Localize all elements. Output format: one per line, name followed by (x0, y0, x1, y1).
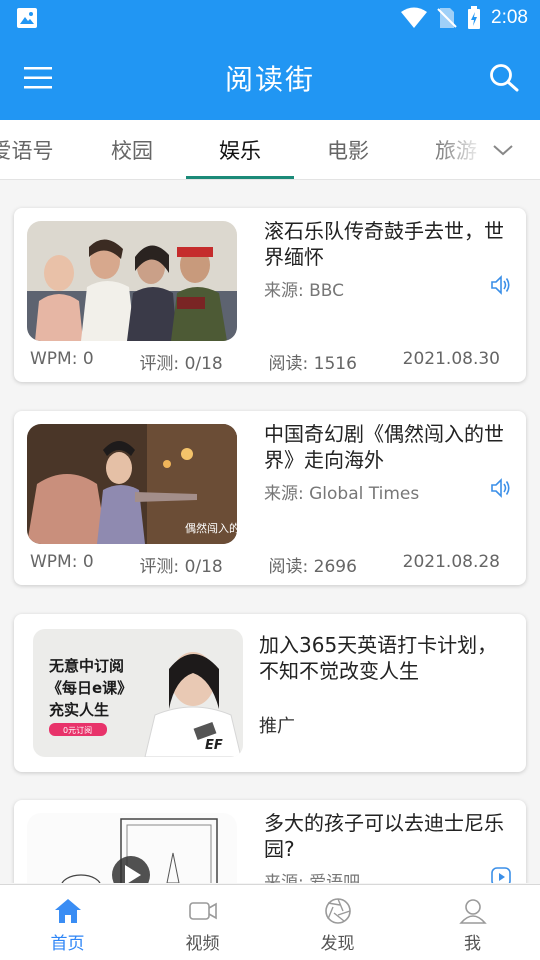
article-card[interactable]: 多大的孩子可以去迪士尼乐园? 来源: 爱语吧 (14, 800, 526, 883)
evaluation-stat: 评测: 0/18 (139, 557, 223, 577)
video-camera-icon (188, 902, 217, 920)
tab-campus[interactable]: 校园 (78, 120, 186, 179)
ad-image-button: 0元订阅 (63, 725, 92, 735)
status-time: 2:08 (491, 7, 528, 28)
ad-image-line-3: 充实人生 (49, 701, 109, 719)
wpm-stat: WPM: 0 (30, 552, 94, 572)
video-play-icon[interactable] (490, 866, 512, 883)
article-stats: WPM: 0 评测: 0/18 阅读: 2696 2021.08.28 (30, 552, 500, 577)
category-tabs: 爱语号 校园 娱乐 电影 旅游 (0, 120, 540, 180)
tab-entertainment[interactable]: 娱乐 (186, 120, 294, 179)
article-title[interactable]: 中国奇幻剧《偶然闯入的世界》走向海外 (264, 421, 514, 473)
article-source: 来源: BBC (264, 281, 345, 301)
read-count: 阅读: 1516 (268, 354, 357, 374)
article-list: 滚石乐队传奇鼓手去世，世界缅怀 来源: BBC WPM: 0 评测: 0/18 … (0, 181, 540, 883)
nav-video[interactable]: 视频 (135, 885, 270, 960)
wpm-stat: WPM: 0 (30, 349, 94, 369)
nav-video-label: 视频 (185, 934, 220, 954)
wifi-icon (401, 7, 428, 28)
nav-me-label: 我 (464, 934, 481, 954)
no-sim-icon (437, 8, 457, 28)
nav-discover[interactable]: 发现 (270, 885, 405, 960)
home-icon (54, 899, 81, 923)
evaluation-stat: 评测: 0/18 (139, 354, 223, 374)
article-source: 来源: 爱语吧 (264, 873, 361, 883)
bottom-navigation: 首页 视频 发现 我 (0, 884, 540, 960)
article-title[interactable]: 多大的孩子可以去迪士尼乐园? (264, 810, 514, 862)
ad-card[interactable]: 无意中订阅 《每日e课》 充实人生 0元订阅 EF 加入365天英语打卡计划，不… (14, 614, 526, 772)
publish-date: 2021.08.30 (402, 349, 500, 369)
article-thumbnail: 偶然闯入的世界 (27, 424, 237, 544)
publish-date: 2021.08.28 (402, 552, 500, 572)
menu-icon[interactable] (24, 66, 52, 90)
ad-title[interactable]: 加入365天英语打卡计划，不知不觉改变人生 (259, 632, 509, 684)
article-source: 来源: Global Times (264, 484, 420, 504)
drama-title-caption: 偶然闯入的世界 (185, 521, 237, 535)
tab-aiyuhao[interactable]: 爱语号 (0, 120, 76, 179)
battery-charging-icon (468, 6, 481, 29)
speaker-icon[interactable] (490, 274, 512, 296)
ad-image: 无意中订阅 《每日e课》 充实人生 0元订阅 EF (33, 629, 243, 757)
ef-logo: EF (205, 738, 223, 753)
chevron-down-icon[interactable] (492, 140, 514, 160)
nav-discover-label: 发现 (320, 934, 355, 954)
speaker-icon[interactable] (490, 477, 512, 499)
search-icon[interactable] (488, 62, 520, 94)
promo-tag: 推广 (259, 716, 295, 737)
app-bar: 阅读街 (0, 36, 540, 120)
article-card[interactable]: 滚石乐队传奇鼓手去世，世界缅怀 来源: BBC WPM: 0 评测: 0/18 … (14, 208, 526, 382)
tab-fade (430, 120, 540, 179)
nav-me[interactable]: 我 (405, 885, 540, 960)
article-card[interactable]: 偶然闯入的世界 中国奇幻剧《偶然闯入的世界》走向海外 来源: Global Ti… (14, 411, 526, 585)
article-stats: WPM: 0 评测: 0/18 阅读: 1516 2021.08.30 (30, 349, 500, 374)
aperture-icon (324, 898, 351, 924)
status-bar: 2:08 (0, 0, 540, 36)
article-thumbnail (27, 221, 237, 341)
active-tab-indicator (186, 176, 294, 179)
image-notification-icon (17, 8, 37, 28)
nav-home-label: 首页 (50, 934, 85, 954)
ad-image-line-1: 无意中订阅 (48, 657, 124, 675)
nav-home[interactable]: 首页 (0, 885, 135, 960)
read-count: 阅读: 2696 (268, 557, 357, 577)
article-title[interactable]: 滚石乐队传奇鼓手去世，世界缅怀 (264, 218, 514, 270)
user-icon (458, 899, 487, 924)
tab-movies[interactable]: 电影 (294, 120, 402, 179)
article-thumbnail (27, 813, 237, 883)
app-title: 阅读街 (224, 63, 315, 96)
ad-image-line-2: 《每日e课》 (47, 679, 132, 697)
